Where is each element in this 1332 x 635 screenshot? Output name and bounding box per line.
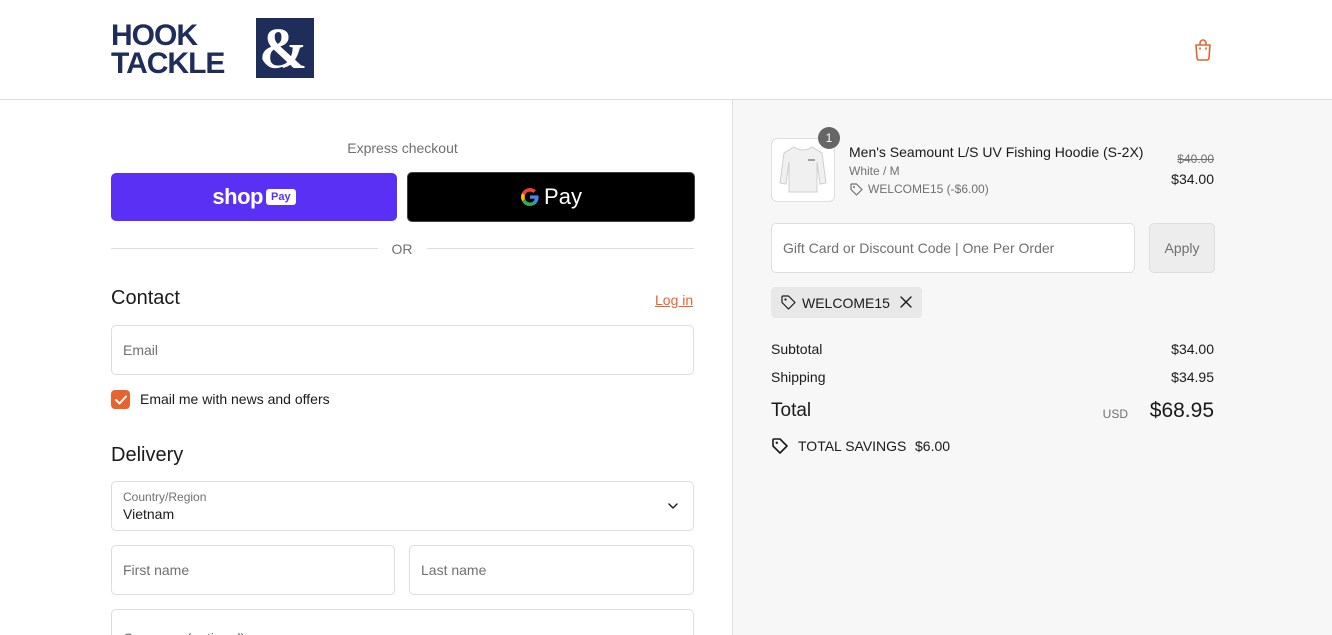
total-label: Total bbox=[771, 400, 812, 421]
shop-pay-button[interactable]: shop Pay bbox=[111, 173, 397, 221]
final-price: $34.00 bbox=[1171, 171, 1214, 187]
company-input[interactable] bbox=[123, 614, 682, 635]
savings-tag-icon bbox=[772, 438, 788, 454]
product-discount: WELCOME15 (-$6.00) bbox=[868, 182, 989, 196]
first-name-input[interactable] bbox=[123, 546, 383, 594]
total-savings-value: $6.00 bbox=[915, 438, 951, 454]
chevron-down-icon bbox=[668, 503, 678, 509]
country-select[interactable]: Country/Region Vietnam bbox=[111, 481, 694, 531]
total-currency: USD bbox=[1102, 407, 1128, 421]
newsletter-checkbox[interactable] bbox=[111, 390, 130, 409]
or-divider-left bbox=[111, 248, 378, 249]
tag-icon bbox=[850, 183, 863, 196]
email-field[interactable] bbox=[111, 325, 694, 375]
google-pay-label: Pay bbox=[544, 184, 582, 209]
discount-code-field[interactable] bbox=[771, 223, 1135, 273]
product-variant: White / M bbox=[849, 164, 900, 178]
google-pay-button[interactable]: Pay bbox=[407, 172, 695, 222]
express-checkout-title: Express checkout bbox=[347, 140, 458, 156]
apply-discount-button[interactable]: Apply bbox=[1149, 223, 1215, 273]
shop-pay-wordmark: shop bbox=[212, 184, 263, 209]
log-in-link[interactable]: Log in bbox=[655, 292, 693, 308]
contact-title: Contact bbox=[111, 287, 180, 309]
newsletter-label: Email me with news and offers bbox=[140, 391, 330, 407]
last-name-field[interactable] bbox=[409, 545, 694, 595]
subtotal-label: Subtotal bbox=[771, 341, 823, 357]
shopping-bag-icon[interactable] bbox=[1192, 37, 1214, 61]
delivery-title: Delivery bbox=[111, 444, 184, 466]
close-icon[interactable] bbox=[899, 295, 913, 309]
quantity-badge: 1 bbox=[818, 127, 840, 149]
applied-discount-chip: WELCOME15 bbox=[771, 287, 922, 318]
email-input[interactable] bbox=[123, 326, 682, 374]
shipping-value: $34.95 bbox=[1171, 369, 1214, 385]
google-g-icon bbox=[521, 188, 539, 206]
total-savings-label: TOTAL SAVINGS bbox=[798, 438, 907, 454]
original-price: $40.00 bbox=[1177, 152, 1214, 166]
first-name-field[interactable] bbox=[111, 545, 395, 595]
hook-and-tackle-logo[interactable]: HOOK TACKLE & bbox=[111, 16, 314, 81]
product-name: Men's Seamount L/S UV Fishing Hoodie (S-… bbox=[849, 144, 1144, 160]
last-name-input[interactable] bbox=[421, 546, 682, 594]
subtotal-value: $34.00 bbox=[1171, 341, 1214, 357]
or-divider-text: OR bbox=[391, 241, 413, 257]
checkmark-icon bbox=[114, 395, 127, 404]
or-divider-right bbox=[427, 248, 694, 249]
shipping-label: Shipping bbox=[771, 369, 826, 385]
tag-icon bbox=[781, 295, 796, 310]
discount-code-input[interactable] bbox=[783, 224, 1123, 272]
shop-pay-badge: Pay bbox=[265, 189, 296, 205]
applied-discount-code: WELCOME15 bbox=[802, 294, 890, 311]
country-select-value: Vietnam bbox=[123, 506, 175, 522]
total-value: $68.95 bbox=[1149, 399, 1214, 422]
checkout-header: HOOK TACKLE & bbox=[0, 0, 1332, 100]
logo-line-2: TACKLE bbox=[111, 47, 224, 78]
company-field[interactable] bbox=[111, 609, 694, 635]
country-select-label: Country/Region bbox=[123, 490, 207, 504]
